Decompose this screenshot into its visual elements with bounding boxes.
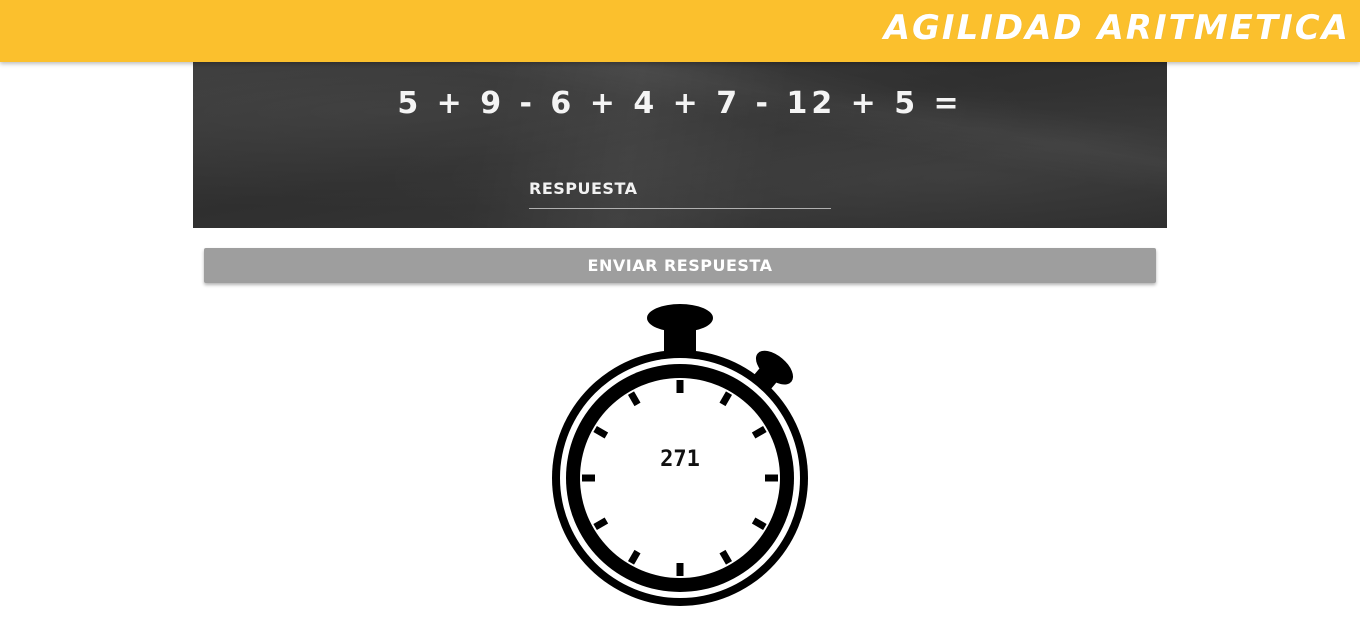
timer-value: 271 bbox=[660, 447, 700, 472]
chalkboard-panel: 5 + 9 - 6 + 4 + 7 - 12 + 5 = bbox=[193, 62, 1167, 228]
app-title: AGILIDAD ARITMETICA bbox=[883, 8, 1350, 48]
answer-field bbox=[529, 168, 831, 209]
stopwatch-icon: 271 bbox=[545, 298, 815, 610]
answer-input[interactable] bbox=[529, 168, 831, 208]
app-header: AGILIDAD ARITMETICA bbox=[0, 0, 1360, 62]
math-equation: 5 + 9 - 6 + 4 + 7 - 12 + 5 = bbox=[397, 86, 963, 121]
stopwatch-graphic: 271 bbox=[552, 304, 808, 606]
submit-answer-button[interactable]: ENVIAR RESPUESTA bbox=[204, 248, 1156, 283]
